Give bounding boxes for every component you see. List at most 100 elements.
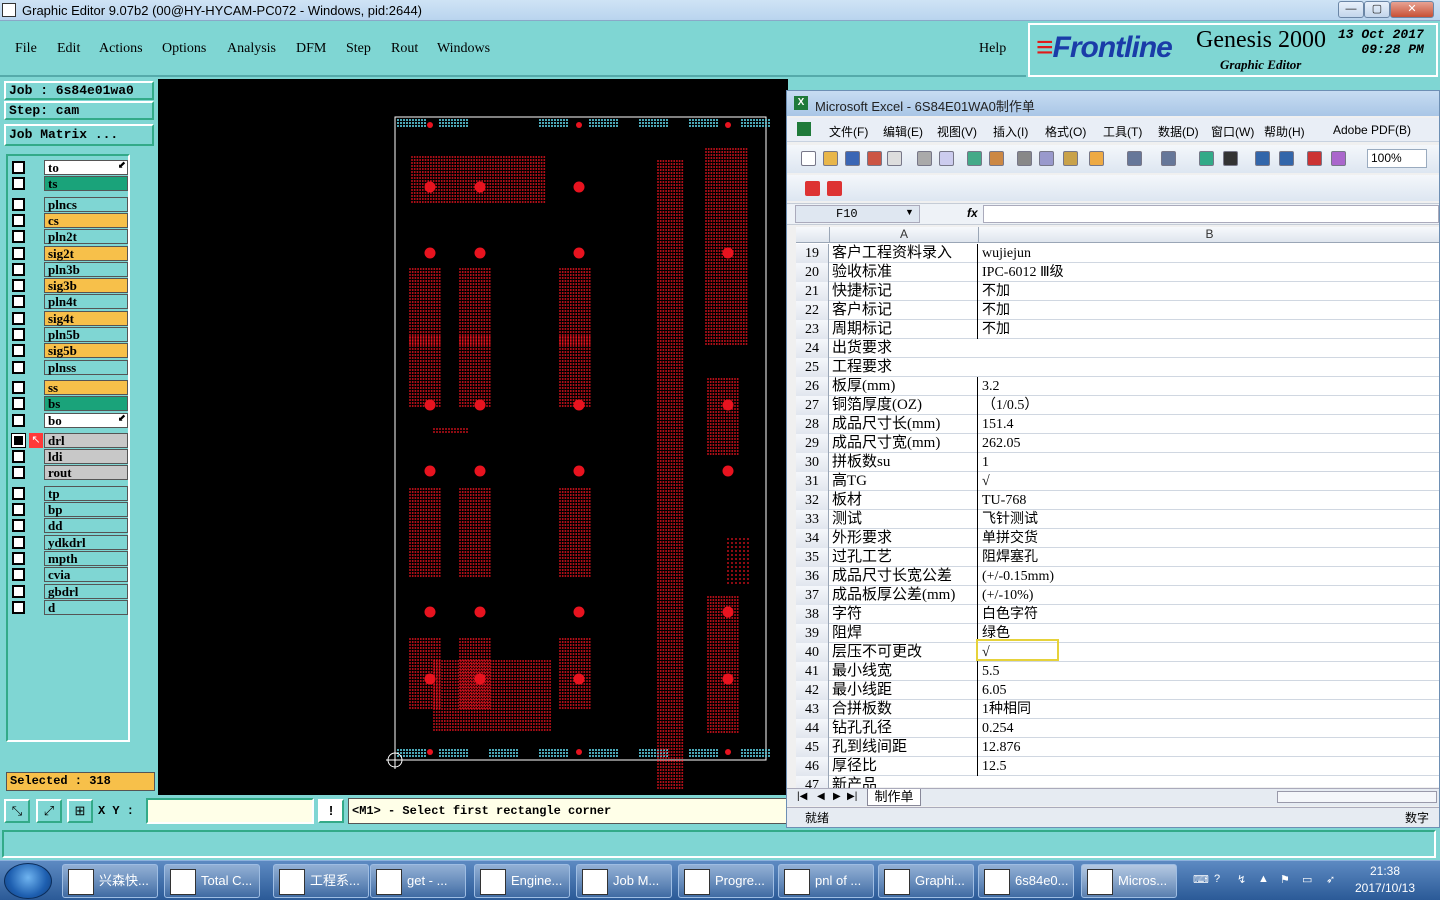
row-number[interactable]: 36 [796,567,829,586]
cell-b[interactable]: （1/0.5） [979,396,1439,415]
taskbar-item[interactable]: 兴森快... [62,864,158,898]
layer-checkbox[interactable] [12,584,25,598]
excel-menu-format[interactable]: 格式(O) [1045,123,1086,140]
layer-checkbox[interactable] [12,295,25,309]
keyboard-icon[interactable]: ⌨ [1193,873,1209,887]
cell-a[interactable]: 合拼板数 [830,700,978,719]
cell-b[interactable]: 不加 [979,320,1439,339]
layer-checkbox[interactable] [12,380,25,394]
cell-a[interactable]: 成品板厚公差(mm) [830,586,978,605]
layer-name[interactable]: dd [44,518,128,534]
start-button[interactable] [4,863,52,899]
layer-checkbox[interactable] [12,197,25,211]
excel-menu-edit[interactable]: 编辑(E) [883,123,923,140]
redo-icon[interactable] [1161,151,1176,166]
show-hidden-icon[interactable]: ▲ [1258,873,1272,887]
cell-b[interactable] [979,358,1439,377]
cell-a[interactable]: 成品尺寸宽(mm) [830,434,978,453]
pdf-convert-icon[interactable] [805,181,820,196]
layer-row-cs[interactable]: cs [12,212,128,228]
fx-icon[interactable]: fx [967,206,978,220]
layer-row-pln3b[interactable]: pln3b [12,261,128,277]
layer-checkbox[interactable] [12,360,25,374]
layer-name[interactable]: pln5b [44,327,128,342]
taskbar-item[interactable]: get - ... [370,864,466,898]
row-number[interactable]: 30 [796,453,829,472]
column-header-a[interactable]: A [830,227,979,243]
layer-row-cvia[interactable]: cvia [12,567,128,583]
layer-checkbox[interactable] [12,344,25,358]
autosum-icon[interactable] [1223,151,1238,166]
layer-name[interactable]: ts [44,176,128,192]
layer-row-plncs[interactable]: plncs [12,196,128,212]
cell-b[interactable] [979,339,1439,358]
zoom-area-icon[interactable]: ⤢ [36,799,62,823]
layer-checkbox[interactable] [12,551,25,565]
layer-name[interactable]: bs [44,396,128,412]
cell-b[interactable]: 单拼交货 [979,529,1439,548]
layer-checkbox[interactable] [12,230,25,244]
excel-menu-file[interactable]: 文件(F) [829,123,868,140]
layer-row-sig2t[interactable]: sig2t [12,245,128,261]
prev-sheet-icon[interactable]: ◀ [817,791,825,802]
menu-windows[interactable]: Windows [437,41,490,57]
cell-a[interactable]: 孔到线间距 [830,738,978,757]
close-button[interactable]: ✕ [1390,1,1434,18]
layer-row-drl[interactable]: ↖ drl [11,432,128,448]
zoom-select[interactable]: 100% [1367,149,1427,168]
excel-menu-help[interactable]: 帮助(H) [1264,123,1305,140]
cell-b[interactable]: 6.05 [979,681,1439,700]
layer-checkbox[interactable] [12,328,25,341]
cell-a[interactable]: 板厚(mm) [830,377,978,396]
layer-row-sig4t[interactable]: sig4t [12,310,128,326]
layer-row-ts[interactable]: ts [12,176,128,192]
excel-menu-data[interactable]: 数据(D) [1158,123,1199,140]
layer-name[interactable]: pln2t [44,229,128,245]
row-number[interactable]: 21 [796,282,829,301]
menu-actions[interactable]: Actions [99,41,143,57]
row-number[interactable]: 38 [796,605,829,624]
row-number[interactable]: 23 [796,320,829,339]
row-number[interactable]: 29 [796,434,829,453]
cell-b[interactable]: 0.254 [979,719,1439,738]
preview-icon[interactable] [939,151,954,166]
cell-b[interactable]: IPC-6012 Ⅲ级 [979,263,1439,282]
cell-b[interactable]: 12.876 [979,738,1439,757]
cell-b[interactable]: 1 [979,453,1439,472]
layer-checkbox[interactable] [12,311,25,325]
layer-row-bs[interactable]: bs [12,396,128,412]
flag-icon[interactable]: ⚑ [1280,873,1294,887]
open-icon[interactable] [823,151,838,166]
row-number[interactable]: 31 [796,472,829,491]
cell-b[interactable]: TU-768 [979,491,1439,510]
row-number[interactable]: 39 [796,624,829,643]
new-icon[interactable] [801,151,816,166]
cell-a[interactable]: 厚径比 [830,757,978,776]
row-number[interactable]: 24 [796,339,829,358]
cell-a[interactable]: 字符 [830,605,978,624]
menu-edit[interactable]: Edit [57,41,80,57]
system-clock[interactable]: 21:38 2017/10/13 [1350,863,1420,897]
excel-menu-tools[interactable]: 工具(T) [1103,123,1142,140]
grid-icon[interactable]: ⊞ [67,799,93,823]
taskbar-item[interactable]: Total C... [164,864,260,898]
copy-icon[interactable] [1039,151,1054,166]
cell-a[interactable]: 测试 [830,510,978,529]
cell-b[interactable]: 不加 [979,282,1439,301]
spell-icon[interactable] [967,151,982,166]
row-number[interactable]: 26 [796,377,829,396]
cell-a[interactable]: 出货要求 [830,339,978,358]
row-number[interactable]: 40 [796,643,829,662]
row-number[interactable]: 27 [796,396,829,415]
sheet-tab[interactable]: 制作单 [867,789,921,806]
cell-b[interactable]: 阻焊塞孔 [979,548,1439,567]
layer-name[interactable]: plncs [44,196,128,212]
row-number[interactable]: 35 [796,548,829,567]
row-number[interactable]: 20 [796,263,829,282]
pcb-drawing[interactable] [158,79,788,795]
layer-name[interactable]: gbdrl [44,583,128,599]
layer-row-mpth[interactable]: mpth [12,550,128,566]
taskbar-item[interactable]: Engine... [474,864,570,898]
cell-b[interactable]: 白色字符 [979,605,1439,624]
network-icon[interactable]: ↯ [1237,873,1251,887]
